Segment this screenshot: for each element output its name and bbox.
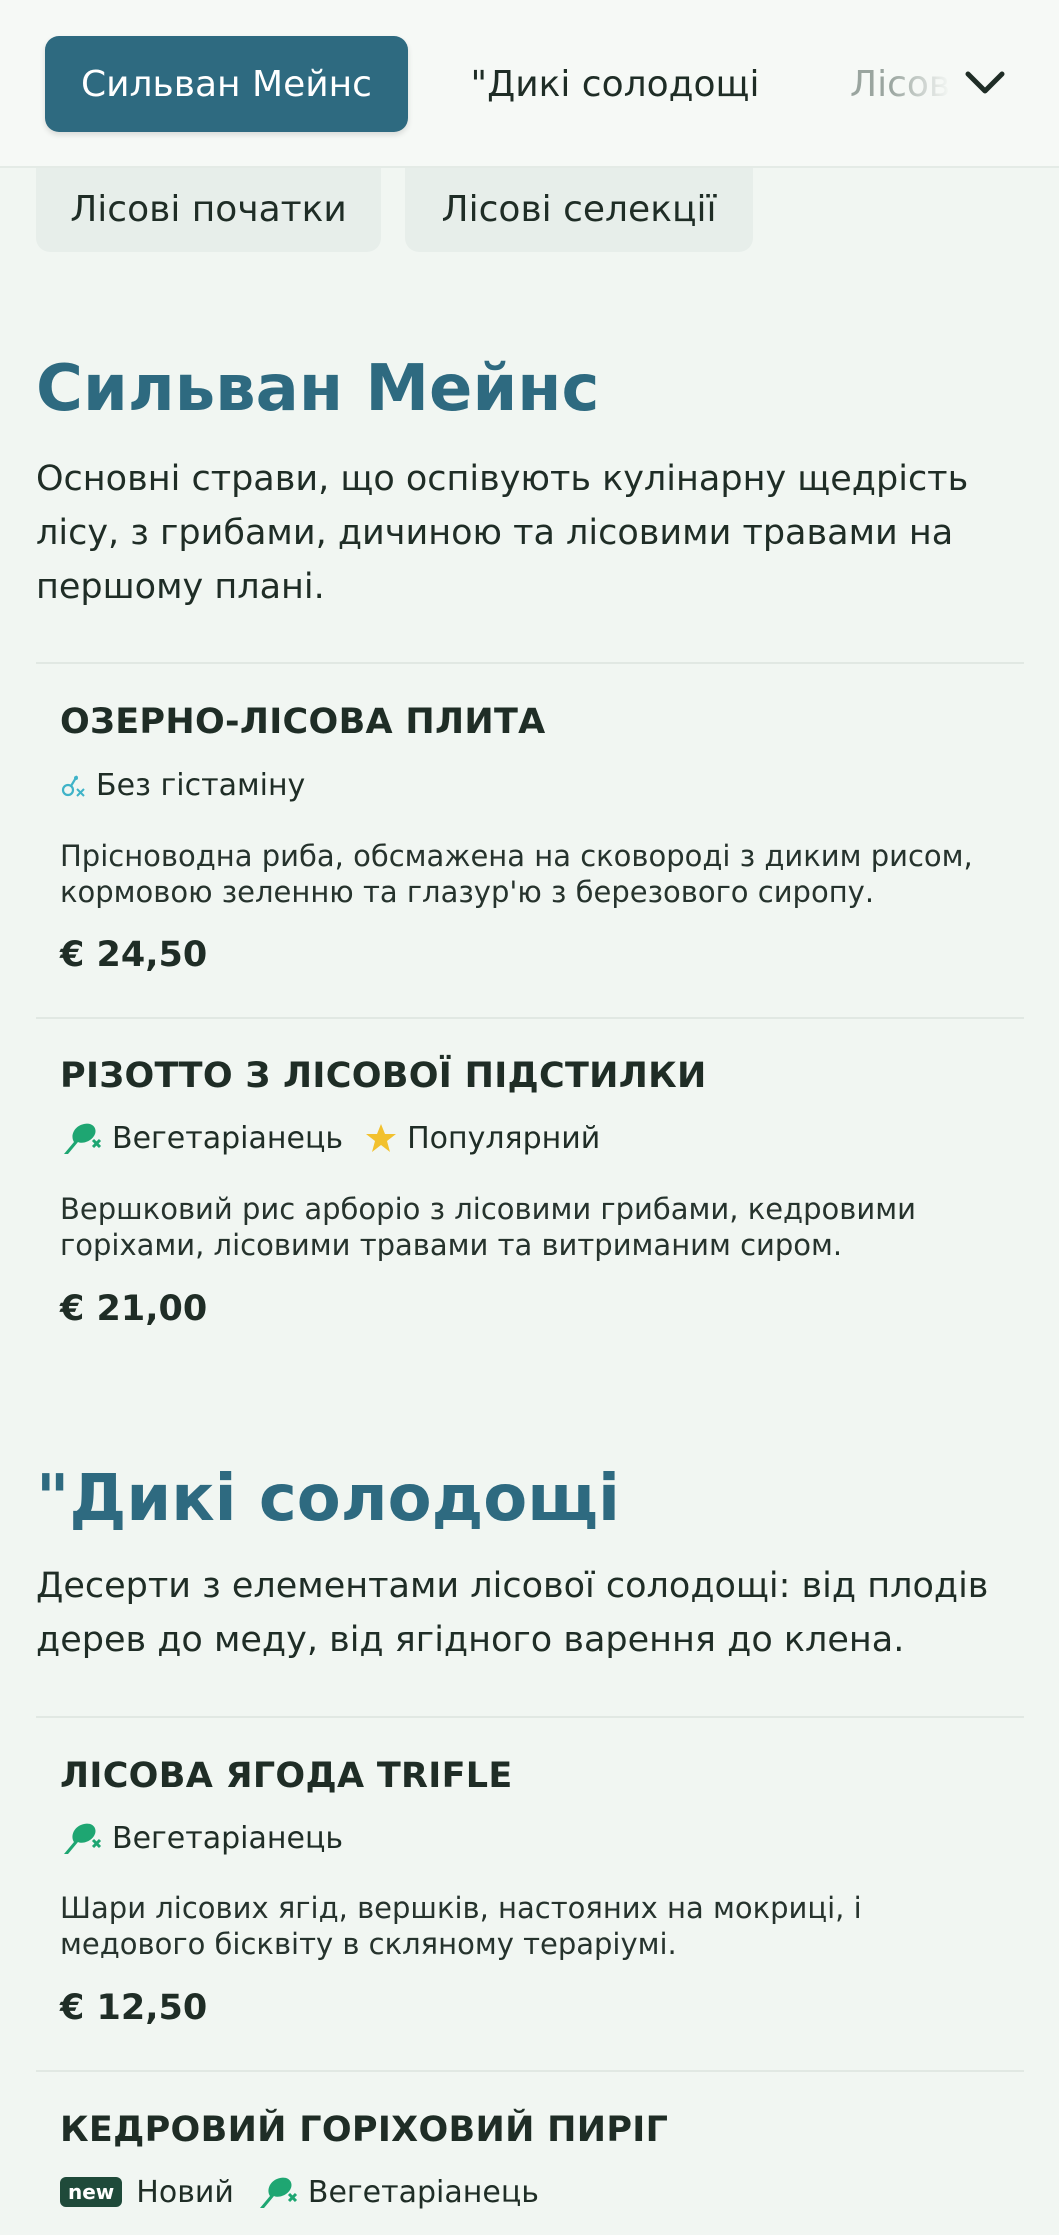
category-nav: Сильван Мейнс "Дикі солодощі Лісові (0, 0, 1059, 168)
tag-vegetarian: Вегетаріанець (60, 1120, 343, 1156)
menu-item-name: КЕДРОВИЙ ГОРІХОВИЙ ПИРІГ (60, 2110, 669, 2150)
tag-label: Вегетаріанець (112, 1820, 344, 1856)
tag-label: Вегетаріанець (307, 2174, 539, 2210)
menu-item-name: РІЗОТТО З ЛІСОВОЇ ПІДСТИЛКИ (60, 1056, 707, 1096)
menu-item-tags: Вегетаріанець (60, 1818, 365, 1858)
divider (36, 1017, 1024, 1019)
menu-item-name: ЛІСОВА ЯГОДА TRIFLE (60, 1756, 513, 1796)
tab-forest-selections[interactable]: Лісові селекції (405, 166, 753, 252)
menu-item-description: Прісноводна риба, обсмажена на сковороді… (60, 839, 973, 909)
chevron-down-icon[interactable] (960, 58, 1010, 108)
tab-wild-sweets[interactable]: "Дикі солодощі (460, 36, 770, 132)
tab-forest[interactable]: Лісові (850, 36, 950, 132)
tab-forest-starters[interactable]: Лісові початки (36, 166, 381, 252)
menu-item-tags: new Новий Вегетаріанець (60, 2172, 561, 2212)
section-title: Сильван Мейнс (36, 352, 600, 426)
tag-label: Популярний (407, 1120, 601, 1156)
menu-item-tags: Вегетаріанець Популярний (60, 1118, 622, 1158)
menu-item-tags: Без гістаміну (60, 765, 327, 805)
divider (36, 2070, 1024, 2072)
menu-item-description: Шари лісових ягід, вершків, настояних на… (60, 1891, 862, 1961)
star-icon (366, 1124, 397, 1152)
menu-item-price: € 24,50 (60, 935, 208, 975)
tag-label: Вегетаріанець (112, 1120, 344, 1156)
tag-vegetarian: Вегетаріанець (256, 2174, 539, 2210)
histamine-free-icon (61, 775, 85, 797)
tag-label: Новий (136, 2174, 234, 2210)
section-description: Основні страви, що оспівують кулінарну щ… (36, 459, 969, 607)
menu-item-price: € 12,50 (60, 1988, 208, 2028)
tag-popular: Популярний (365, 1121, 600, 1156)
new-badge: new (60, 2177, 123, 2207)
vegetarian-icon (64, 1823, 102, 1854)
tab-sylvan-mains[interactable]: Сильван Мейнс (45, 36, 408, 132)
tag-histamine-free: Без гістаміну (60, 768, 305, 803)
tag-vegetarian: Вегетаріанець (60, 1820, 343, 1856)
vegetarian-icon (64, 1123, 102, 1154)
menu-item-name: ОЗЕРНО-ЛІСОВА ПЛИТА (60, 702, 546, 742)
section-title: "Дикі солодощі (36, 1462, 620, 1536)
vegetarian-icon (259, 2177, 297, 2208)
divider (36, 1716, 1024, 1718)
menu-item-price: € 21,00 (60, 1289, 208, 1329)
divider (36, 662, 1024, 664)
section-description: Десерти з елементами лісової солодощі: в… (36, 1566, 989, 1660)
tag-label: Без гістаміну (96, 767, 306, 803)
menu-item-description: Вершковий рис арборіо з лісовими грибами… (60, 1192, 916, 1262)
tag-new: new Новий (60, 2175, 234, 2210)
